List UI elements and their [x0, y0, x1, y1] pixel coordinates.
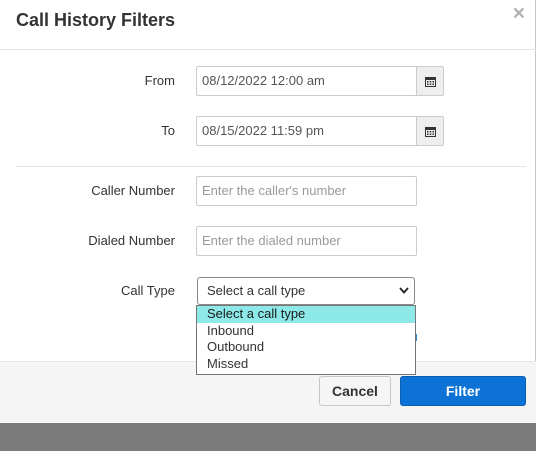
from-date-input[interactable]: 08/12/2022 12:00 am: [196, 66, 417, 96]
call-type-selected-value: Select a call type: [207, 283, 306, 298]
call-type-option[interactable]: Outbound: [197, 339, 415, 356]
call-type-option[interactable]: Inbound: [197, 323, 415, 340]
dialed-number-label: Dialed Number: [88, 233, 175, 248]
to-label: To: [161, 123, 175, 138]
from-calendar-button[interactable]: [416, 66, 444, 96]
modal-title: Call History Filters: [16, 10, 176, 30]
from-label: From: [144, 73, 175, 88]
call-type-dropdown[interactable]: Select a call type Inbound Outbound Miss…: [196, 305, 416, 375]
call-type-option[interactable]: Missed: [197, 356, 415, 373]
cancel-button[interactable]: Cancel: [319, 376, 391, 406]
chevron-down-icon: [399, 287, 409, 294]
dialed-number-input[interactable]: Enter the dialed number: [196, 226, 417, 256]
section-divider: [16, 166, 526, 167]
call-type-option[interactable]: Select a call type: [197, 306, 415, 323]
call-type-select[interactable]: Select a call type: [197, 277, 415, 305]
caller-number-label: Caller Number: [91, 183, 175, 198]
calendar-icon: [425, 127, 436, 137]
filter-button[interactable]: Filter: [400, 376, 526, 406]
calendar-icon: [425, 77, 436, 87]
call-type-label: Call Type: [121, 283, 175, 298]
to-calendar-button[interactable]: [416, 116, 444, 146]
close-icon[interactable]: ×: [513, 2, 525, 26]
to-date-input[interactable]: 08/15/2022 11:59 pm: [196, 116, 417, 146]
modal-header: Call History Filters ×: [0, 0, 536, 50]
caller-number-input[interactable]: Enter the caller's number: [196, 176, 417, 206]
